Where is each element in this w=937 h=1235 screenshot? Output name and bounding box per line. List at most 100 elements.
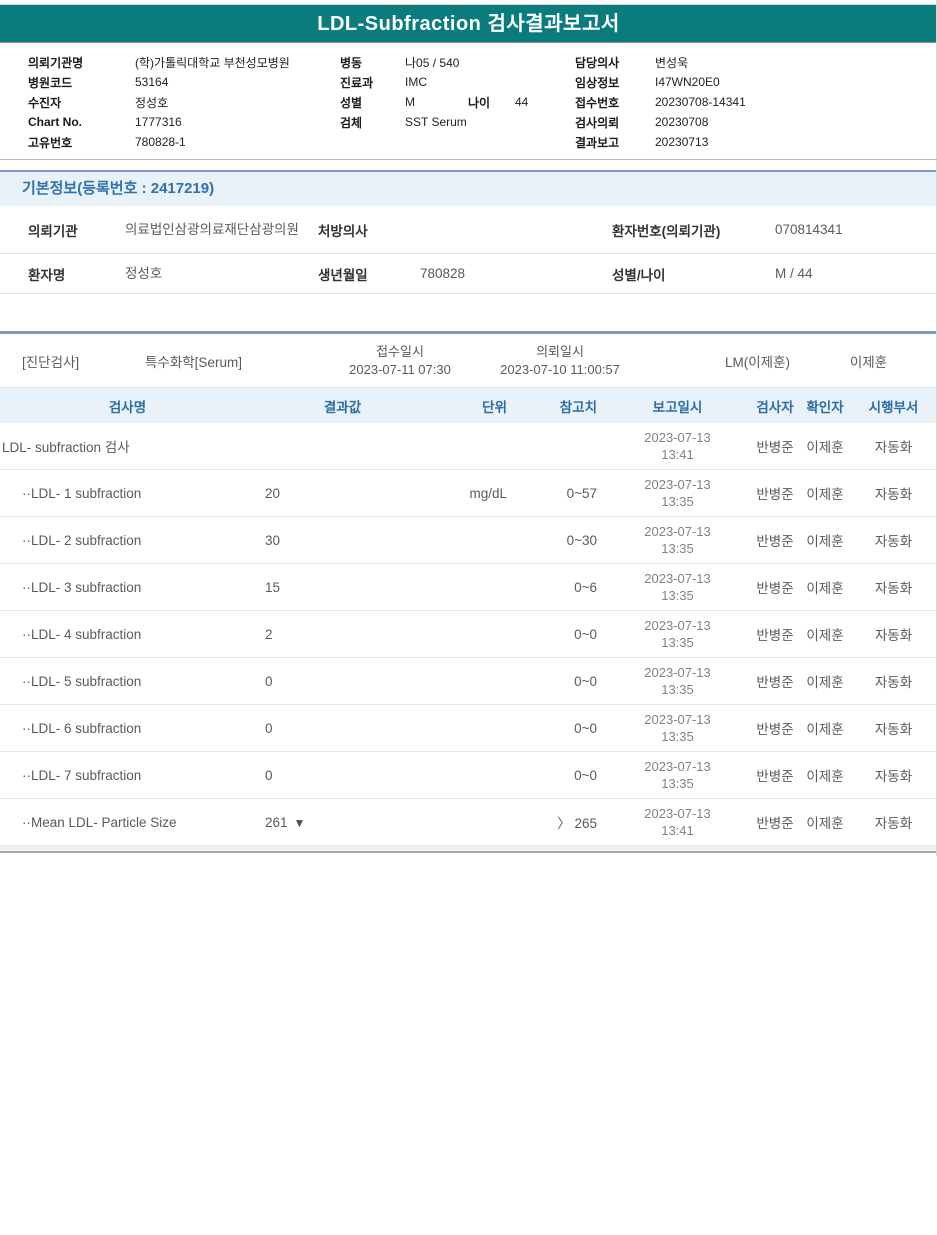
report-time: 13:41	[605, 446, 750, 463]
reference-range: 0~30	[515, 533, 605, 548]
header-field-receipt-no: 접수번호 20230708-14341	[575, 92, 746, 112]
receipt-label: 접수일시	[320, 343, 480, 361]
report-time: 13:35	[605, 540, 750, 557]
requesting-org-value: 의료법인삼광의료재단삼광의원	[125, 221, 318, 238]
result-value: 0	[255, 721, 430, 736]
basic-info-title: 기본정보(등록번호 : 2417219)	[22, 180, 214, 197]
receipt-datetime: 접수일시 2023-07-11 07:30	[320, 343, 480, 379]
report-datetime: 2023-07-1313:41	[605, 805, 750, 839]
verifier: 이제훈	[800, 530, 850, 550]
report-time: 13:35	[605, 587, 750, 604]
header-field-attending-doctor: 담당의사 변성욱	[575, 52, 746, 72]
report-datetime: 2023-07-1313:41	[605, 429, 750, 463]
field-label: 검사의뢰	[575, 114, 655, 131]
field-label: 검체	[340, 114, 405, 131]
verifier: 이제훈	[800, 436, 850, 456]
header-field-ward: 병동 나05 / 540	[340, 52, 528, 72]
field-value: 20230708	[655, 115, 708, 129]
diagnostic-category: [진단검사]	[0, 351, 145, 371]
header-info-right-column: 담당의사 변성욱 임상정보 I47WN20E0 접수번호 20230708-14…	[575, 52, 746, 152]
report-datetime: 2023-07-1313:35	[605, 570, 750, 604]
test-name: ··LDL- 2 subfraction	[0, 533, 255, 548]
field-label: 임상정보	[575, 74, 655, 91]
result-number: 20	[265, 486, 280, 501]
field-label: 의뢰기관명	[28, 54, 135, 71]
verifier: 이제훈	[800, 483, 850, 503]
result-value: 0	[255, 674, 430, 689]
col-header-reference: 참고치	[515, 396, 605, 416]
birthdate-value: 780828	[420, 265, 612, 282]
field-value: 1777316	[135, 115, 182, 129]
table-row: ··LDL- 3 subfraction 15 0~6 2023-07-1313…	[0, 564, 937, 611]
report-header-info: 의뢰기관명 (학)가톨릭대학교 부천성모병원 병원코드 53164 수진자 정성…	[0, 43, 937, 160]
verifier: 이제훈	[800, 765, 850, 785]
field-label: 수진자	[28, 94, 135, 111]
report-title-bar: LDL-Subfraction 검사결과보고서	[0, 5, 937, 43]
patient-name-label: 환자명	[0, 264, 125, 284]
report-time: 13:35	[605, 634, 750, 651]
field-value: IMC	[405, 75, 427, 89]
verifier: 이제훈	[800, 671, 850, 691]
report-datetime: 2023-07-1313:35	[605, 758, 750, 792]
header-field-test-request-date: 검사의뢰 20230708	[575, 112, 746, 132]
department: 자동화	[850, 530, 937, 550]
report-date: 2023-07-13	[605, 617, 750, 634]
col-header-test-name: 검사명	[0, 396, 255, 416]
field-value: 53164	[135, 75, 168, 89]
field-value: 20230713	[655, 135, 708, 149]
field-label-age: 나이	[468, 94, 515, 111]
field-label: 담당의사	[575, 54, 655, 71]
result-value: 0	[255, 768, 430, 783]
header-field-unique-no: 고유번호 780828-1	[28, 132, 290, 152]
report-date: 2023-07-13	[605, 570, 750, 587]
header-field-result-report-date: 결과보고 20230713	[575, 132, 746, 152]
diagnostic-section: [진단검사] 특수화학[Serum] 접수일시 2023-07-11 07:30…	[0, 331, 937, 846]
header-field-sex-age: 성별 M 나이 44	[340, 92, 528, 112]
col-header-unit: 단위	[430, 396, 515, 416]
table-row: ··Mean LDL- Particle Size 261▼ 〉 265 202…	[0, 799, 937, 846]
field-label: 성별	[340, 94, 405, 111]
field-value-age: 44	[515, 95, 528, 109]
lab-report-page: { "title_bar": { "title": "LDL-Subfracti…	[0, 0, 937, 1235]
test-name: ··LDL- 4 subfraction	[0, 627, 255, 642]
results-table-header: 검사명 결과값 단위 참고치 보고일시 검사자 확인자 시행부서	[0, 388, 937, 423]
result-value: 15	[255, 580, 430, 595]
result-number: 30	[265, 533, 280, 548]
department: 자동화	[850, 577, 937, 597]
reference-range: 〉 265	[515, 812, 605, 832]
report-datetime: 2023-07-1313:35	[605, 711, 750, 745]
test-name: ··Mean LDL- Particle Size	[0, 815, 255, 830]
patient-no-value: 070814341	[775, 221, 937, 238]
reference-range: 0~0	[515, 627, 605, 642]
horizontal-scrollbar-track[interactable]	[0, 846, 937, 853]
field-label: 고유번호	[28, 134, 135, 151]
result-number: 2	[265, 627, 273, 642]
patient-info-row: 의뢰기관 의료법인삼광의료재단삼광의원 처방의사 환자번호(의뢰기관) 0708…	[0, 206, 937, 254]
tester: 반병준	[750, 624, 800, 644]
field-value: M	[405, 95, 468, 109]
report-time: 13:35	[605, 775, 750, 792]
tester: 반병준	[750, 765, 800, 785]
field-label: 결과보고	[575, 134, 655, 151]
test-name: ··LDL- 7 subfraction	[0, 768, 255, 783]
reference-range: 0~0	[515, 674, 605, 689]
result-number: 0	[265, 768, 273, 783]
report-datetime: 2023-07-1313:35	[605, 476, 750, 510]
result-value: 261▼	[255, 815, 430, 830]
result-value: 20	[255, 486, 430, 501]
report-date: 2023-07-13	[605, 664, 750, 681]
tester: 반병준	[750, 718, 800, 738]
field-value: 변성욱	[655, 54, 688, 71]
report-time: 13:35	[605, 493, 750, 510]
verifier: 이제훈	[800, 812, 850, 832]
col-header-tester: 검사자	[750, 396, 800, 416]
field-value: 20230708-14341	[655, 95, 746, 109]
header-field-clinical-info: 임상정보 I47WN20E0	[575, 72, 746, 92]
patient-name-value: 정성호	[125, 265, 318, 282]
result-value: 30	[255, 533, 430, 548]
tester: 반병준	[750, 671, 800, 691]
report-date: 2023-07-13	[605, 523, 750, 540]
result-number: 0	[265, 674, 273, 689]
header-info-middle-column: 병동 나05 / 540 진료과 IMC 성별 M 나이 44 검체 SST S…	[340, 52, 528, 132]
report-date: 2023-07-13	[605, 476, 750, 493]
